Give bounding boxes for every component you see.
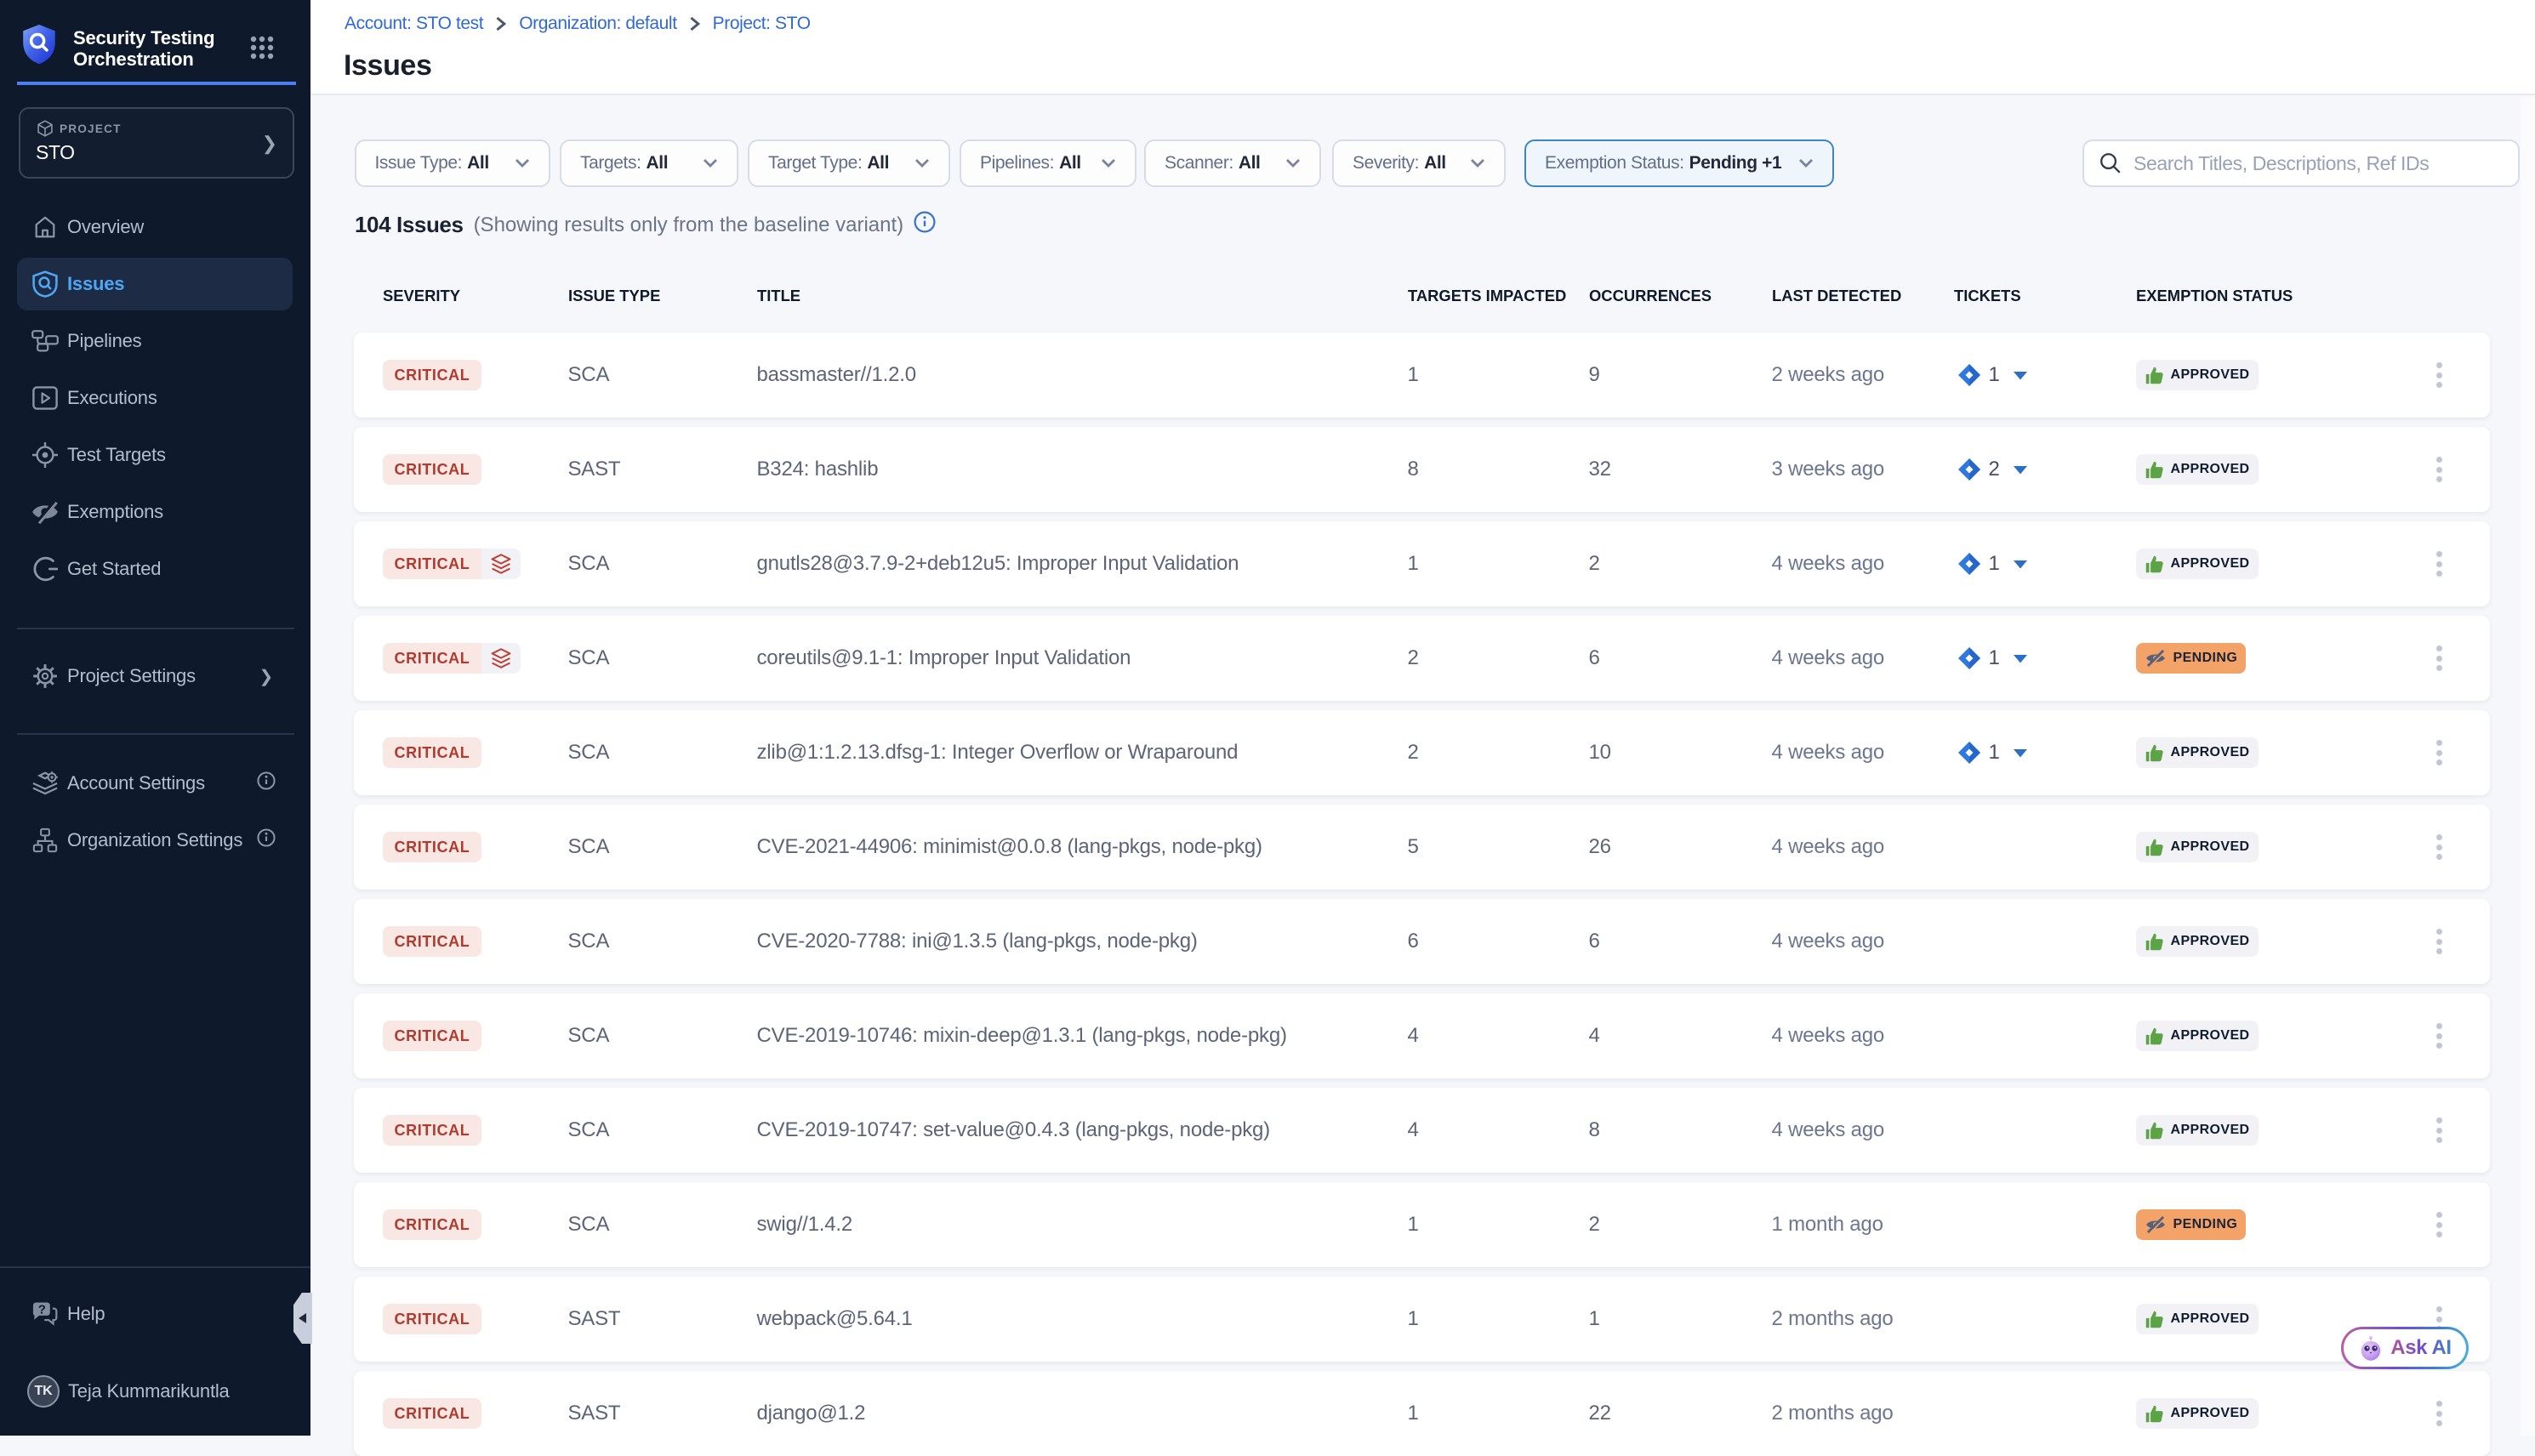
- svg-text:?: ?: [38, 1302, 46, 1317]
